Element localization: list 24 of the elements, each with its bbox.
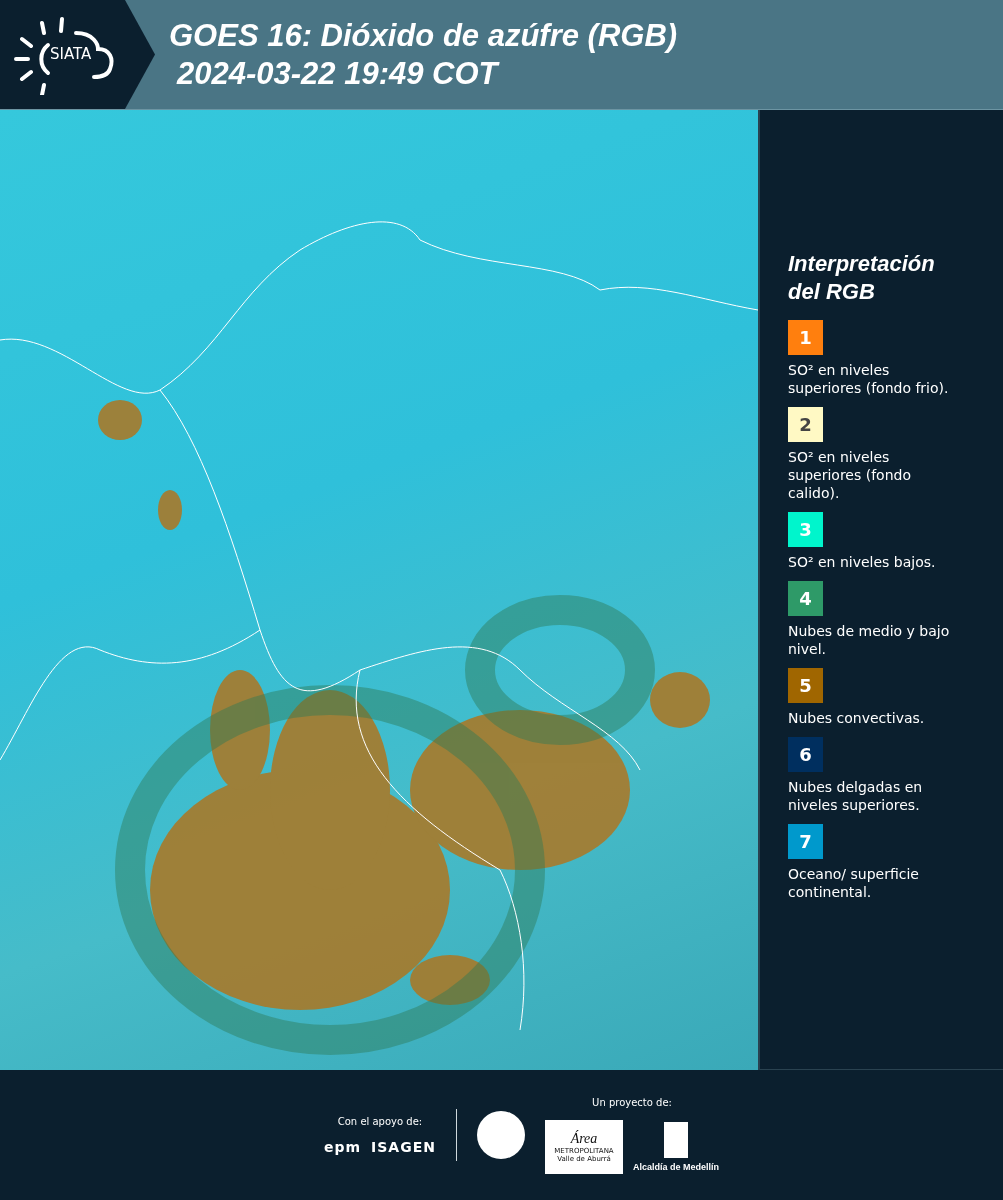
legend-label: SO² en niveles superiores (fondo calido). bbox=[788, 448, 912, 502]
area-logo-name: Área bbox=[570, 1130, 598, 1147]
legend-swatch: 7 bbox=[788, 824, 823, 859]
legend-swatch: 1 bbox=[788, 320, 823, 355]
legend-label: Oceano/ superficie continental. bbox=[788, 865, 920, 901]
legend-swatch: 4 bbox=[788, 581, 823, 616]
project-label: Un proyecto de: bbox=[592, 1096, 672, 1108]
legend-title: Interpretación del RGB bbox=[788, 250, 936, 306]
sponsor-logo: ISAGEN bbox=[371, 1138, 436, 1155]
logo-text: SIATA bbox=[50, 44, 92, 63]
legend-label: Nubes delgadas en niveles superiores. bbox=[788, 778, 924, 814]
legend-label: SO² en niveles bajos. bbox=[788, 553, 937, 571]
legend-label: SO² en niveles superiores (fondo frio). bbox=[788, 361, 950, 397]
legend-swatch: 6 bbox=[788, 737, 823, 772]
legend-swatch: 2 bbox=[788, 407, 823, 442]
legend-label: Nubes convectivas. bbox=[788, 709, 926, 727]
timestamp: 2024-03-22 19:49 COT bbox=[175, 54, 501, 93]
title: GOES 16: Dióxido de azúfre (RGB) bbox=[169, 16, 678, 55]
sponsor-logo: epm bbox=[323, 1138, 362, 1155]
legend-swatch: 5 bbox=[788, 668, 823, 703]
support-label: Con el apoyo de: bbox=[337, 1115, 423, 1127]
alcaldia-logo-text: Alcaldía de Medellín bbox=[633, 1161, 719, 1172]
legend-label: Nubes de medio y bajo nivel. bbox=[788, 622, 951, 658]
legend-swatch: 3 bbox=[788, 512, 823, 547]
